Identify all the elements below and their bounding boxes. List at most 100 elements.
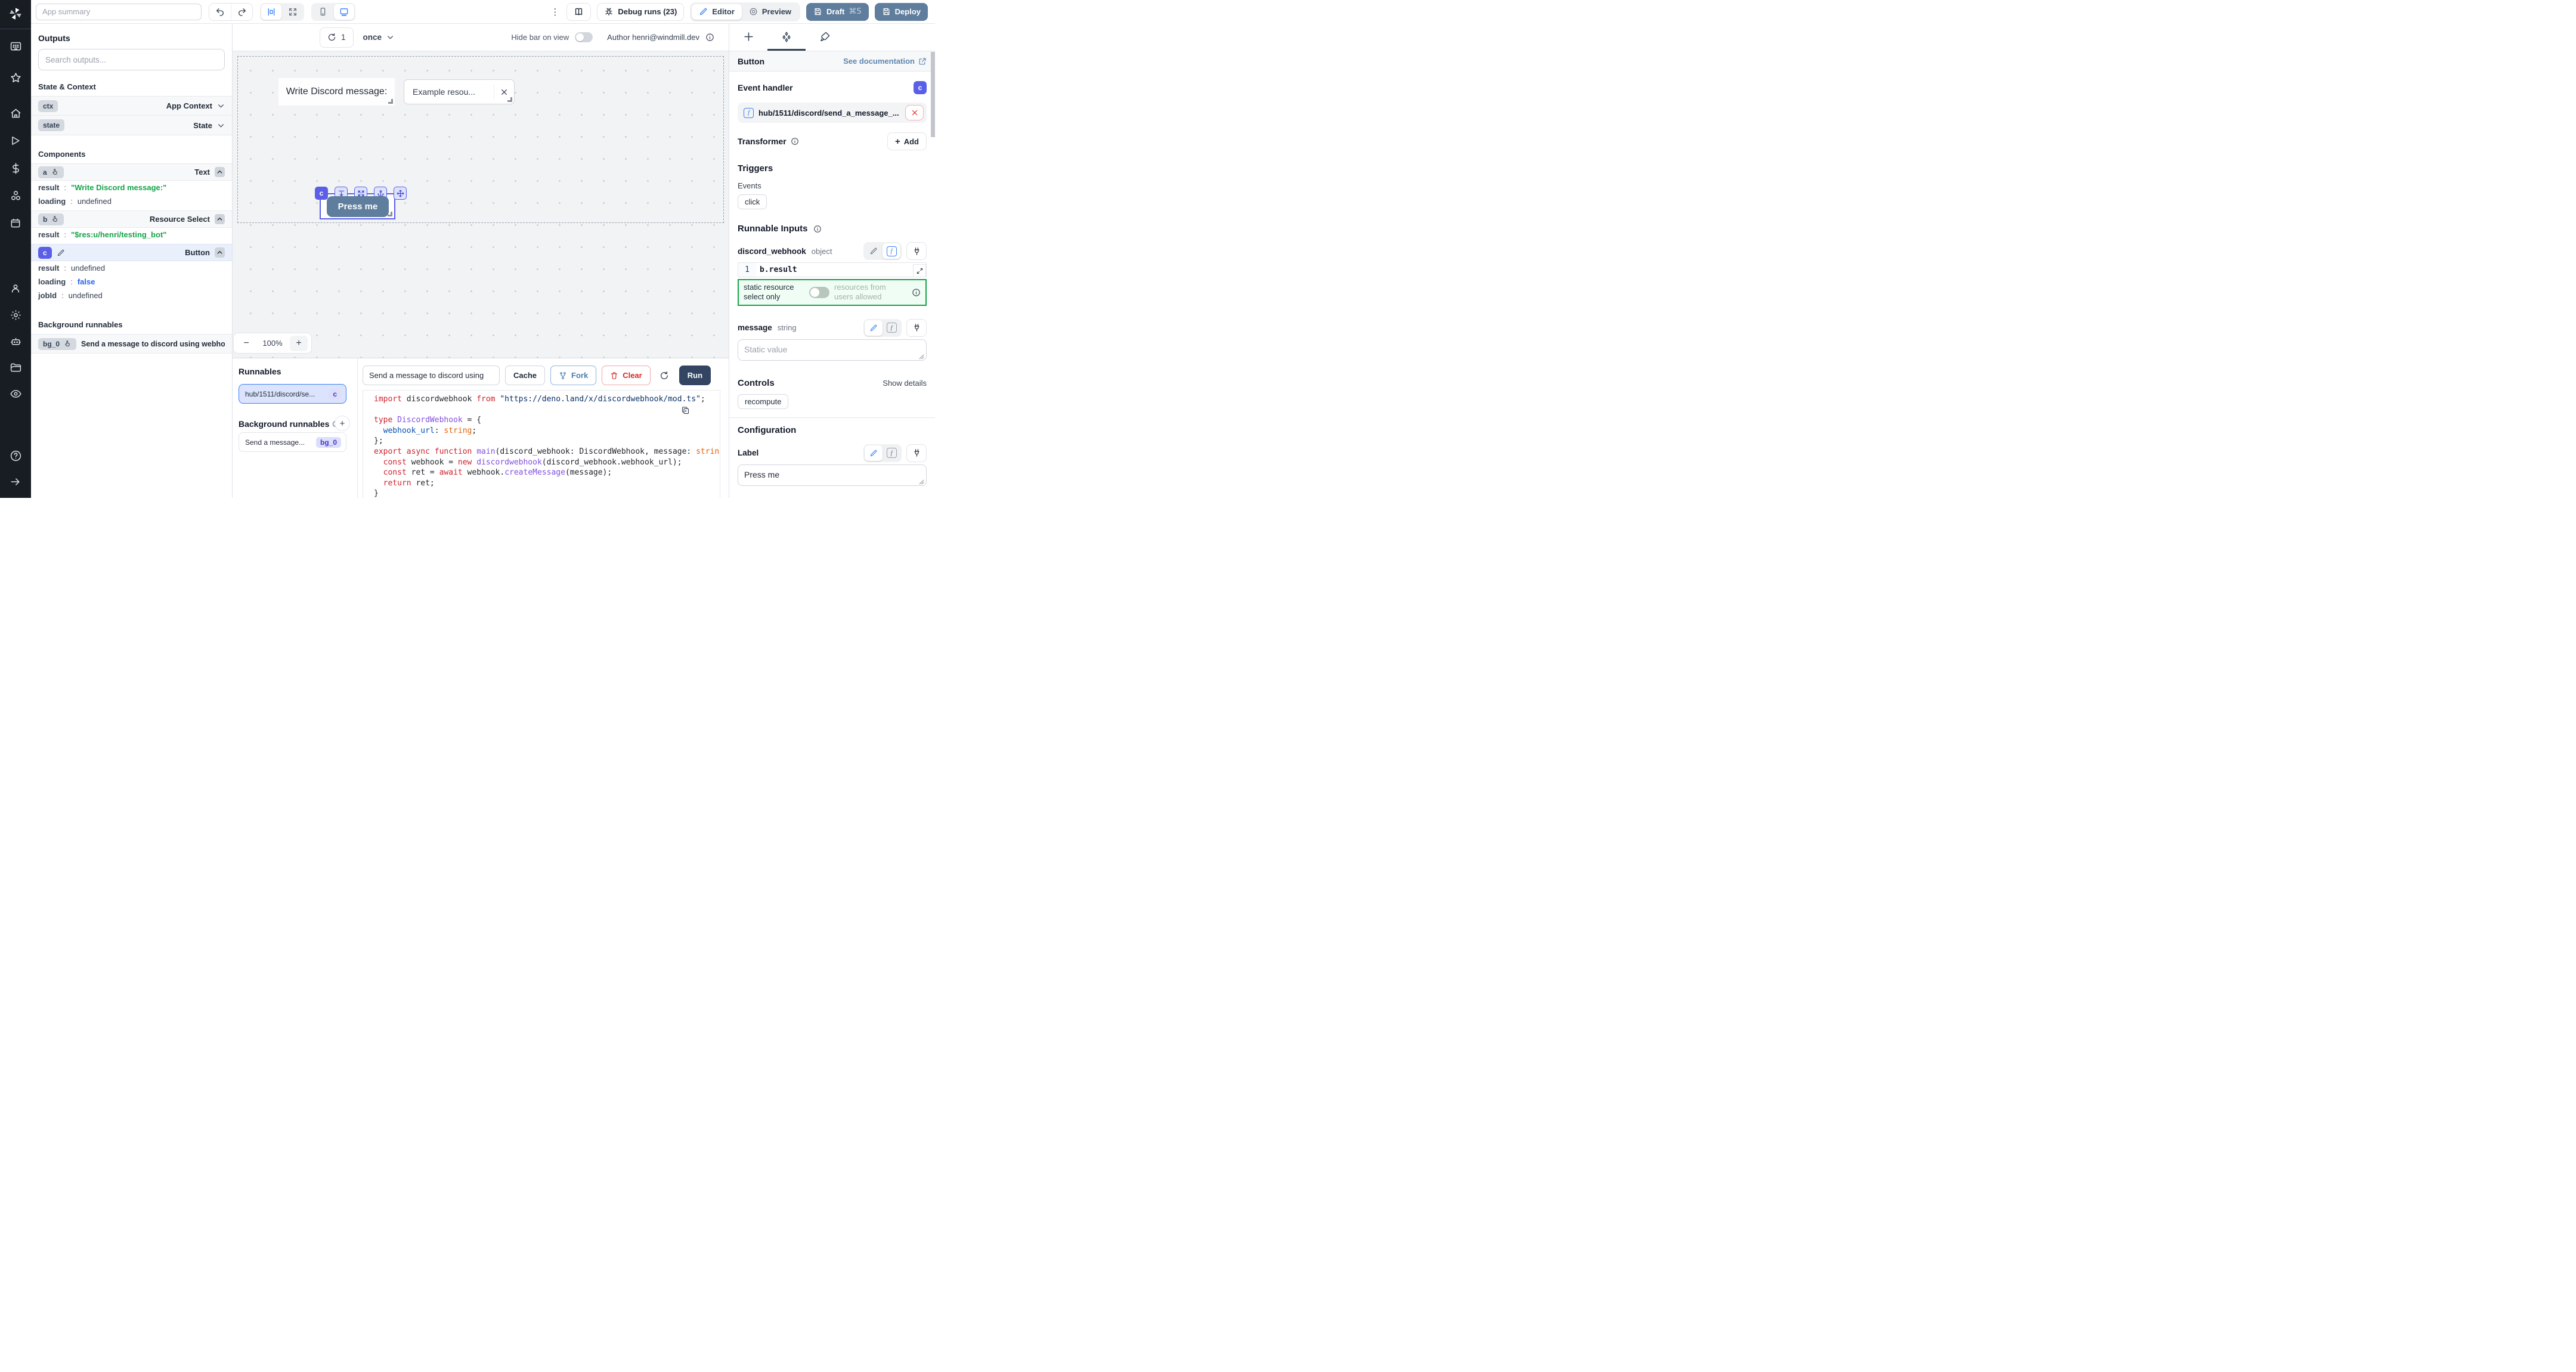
clear-selection-icon[interactable]	[494, 85, 508, 99]
hide-bar-toggle[interactable]	[575, 32, 593, 42]
preview-tab[interactable]: Preview	[742, 4, 798, 20]
label-value-input[interactable]	[738, 464, 927, 486]
audit-eye-icon[interactable]	[0, 382, 31, 405]
resize-handle[interactable]	[388, 99, 393, 104]
info-icon[interactable]	[705, 33, 714, 42]
add-background-runnable-button[interactable]: +	[335, 416, 350, 431]
workspace-icon[interactable]	[0, 35, 31, 58]
message-static-value-input[interactable]	[738, 339, 927, 361]
component-row-b[interactable]: b Resource Select	[31, 210, 232, 228]
editor-tab[interactable]: Editor	[692, 4, 742, 20]
component-settings-tab[interactable]	[767, 31, 806, 51]
home-icon[interactable]	[0, 102, 31, 125]
info-icon[interactable]	[791, 137, 799, 145]
panel-scrollbar-thumb[interactable]	[931, 52, 935, 137]
eval-function-button[interactable]: f	[883, 445, 900, 461]
save-icon	[882, 7, 891, 16]
connect-plug-button[interactable]	[906, 319, 927, 337]
help-icon[interactable]	[0, 444, 31, 467]
component-row-a[interactable]: a Text	[31, 163, 232, 181]
static-pencil-button[interactable]	[865, 243, 883, 259]
undo-button[interactable]	[209, 4, 231, 20]
state-context-title: State & Context	[38, 82, 96, 91]
docs-book-button[interactable]	[566, 3, 591, 21]
info-icon[interactable]	[813, 225, 822, 233]
fork-button[interactable]: Fork	[550, 366, 596, 385]
app-canvas[interactable]: Write Discord message: Example resou... …	[233, 51, 729, 358]
zoom-in-button[interactable]: +	[290, 336, 308, 351]
run-mode-dropdown[interactable]: once	[363, 33, 395, 42]
info-icon[interactable]	[912, 288, 921, 297]
deploy-button[interactable]: Deploy	[875, 3, 928, 21]
static-pencil-button[interactable]	[865, 445, 883, 461]
component-type-title: Button	[738, 57, 764, 66]
component-row-c-selected[interactable]: c Button	[31, 244, 232, 261]
folders-icon[interactable]	[0, 356, 31, 379]
output-row-ctx[interactable]: ctx App Context	[31, 96, 232, 116]
favorites-star-icon[interactable]	[0, 66, 31, 89]
copy-code-icon[interactable]	[681, 406, 690, 415]
redo-button[interactable]	[231, 4, 252, 20]
draft-button[interactable]: Draft⌘S	[806, 3, 869, 21]
press-me-button[interactable]: Press me	[327, 196, 389, 217]
mobile-view-button[interactable]	[312, 4, 333, 20]
static-pencil-button[interactable]	[865, 320, 883, 336]
variables-icon[interactable]	[0, 157, 31, 179]
eval-function-button[interactable]: f	[883, 243, 900, 259]
code-editor[interactable]: import discordwebhook from "https://deno…	[363, 390, 720, 498]
resources-icon[interactable]	[0, 184, 31, 207]
move-icon[interactable]	[394, 187, 407, 200]
output-row-state[interactable]: state State	[31, 116, 232, 135]
cache-button[interactable]: Cache	[505, 366, 545, 385]
insert-component-tab[interactable]	[729, 31, 767, 48]
remove-handler-button[interactable]	[905, 105, 924, 120]
show-details-link[interactable]: Show details	[883, 379, 927, 388]
collapse-chevron-up-icon[interactable]	[215, 167, 225, 177]
collapse-chevron-up-icon[interactable]	[215, 214, 225, 224]
workers-robot-icon[interactable]	[0, 330, 31, 352]
collapse-rail-arrow-icon[interactable]	[0, 470, 31, 493]
expand-editor-icon[interactable]	[913, 264, 926, 277]
center-layout-button[interactable]	[261, 4, 281, 20]
canvas-button-component-selected[interactable]: c Press me	[320, 193, 395, 219]
see-documentation-link[interactable]: See documentation	[843, 57, 927, 66]
resize-handle[interactable]	[507, 97, 512, 102]
settings-gear-icon[interactable]	[0, 303, 31, 326]
run-button[interactable]: Run	[679, 366, 711, 385]
canvas-text-component[interactable]: Write Discord message:	[278, 78, 395, 106]
users-icon[interactable]	[0, 277, 31, 300]
more-menu-icon[interactable]: ⋮	[549, 7, 561, 17]
background-runnable-row[interactable]: bg_0 Send a message to discord using web…	[31, 334, 232, 354]
event-handler-box[interactable]: f hub/1511/discord/send_a_message_...	[738, 103, 927, 123]
app-summary-input[interactable]	[36, 4, 202, 20]
styling-brush-tab[interactable]	[806, 31, 844, 48]
zoom-out-button[interactable]: −	[237, 336, 255, 351]
schedules-icon[interactable]	[0, 212, 31, 234]
refresh-count-button[interactable]: 1	[320, 27, 354, 48]
field-name: message	[738, 323, 772, 332]
runs-icon[interactable]	[0, 129, 31, 152]
script-name-input[interactable]	[363, 366, 500, 385]
background-runnable-item[interactable]: Send a message... bg_0	[239, 432, 346, 452]
edit-id-pencil-icon[interactable]	[57, 249, 65, 257]
canvas-resource-select-component[interactable]: Example resou...	[404, 79, 515, 104]
connect-plug-button[interactable]	[906, 444, 927, 462]
windmill-logo-icon[interactable]	[8, 6, 23, 21]
fullscreen-layout-button[interactable]	[283, 4, 303, 20]
collapse-chevron-up-icon[interactable]	[215, 247, 225, 258]
discord-webhook-expression-editor[interactable]: 1 b.result	[738, 262, 927, 277]
debug-runs-button[interactable]: Debug runs (23)	[597, 3, 684, 21]
add-transformer-button[interactable]: +Add	[887, 132, 927, 150]
runnable-item-selected[interactable]: hub/1511/discord/se... c	[239, 384, 346, 404]
desktop-view-button[interactable]	[334, 4, 354, 20]
resize-handle[interactable]	[388, 212, 392, 216]
expression-value[interactable]: b.result	[756, 263, 926, 277]
search-outputs-input[interactable]	[38, 49, 225, 70]
eval-function-button[interactable]: f	[883, 320, 900, 336]
connect-plug-button[interactable]	[906, 242, 927, 260]
click-event-chip[interactable]: click	[738, 194, 767, 209]
recompute-chip[interactable]: recompute	[738, 394, 788, 409]
refresh-script-button[interactable]	[656, 366, 673, 385]
clear-button[interactable]: Clear	[602, 366, 651, 385]
resource-mode-toggle[interactable]	[809, 287, 829, 298]
